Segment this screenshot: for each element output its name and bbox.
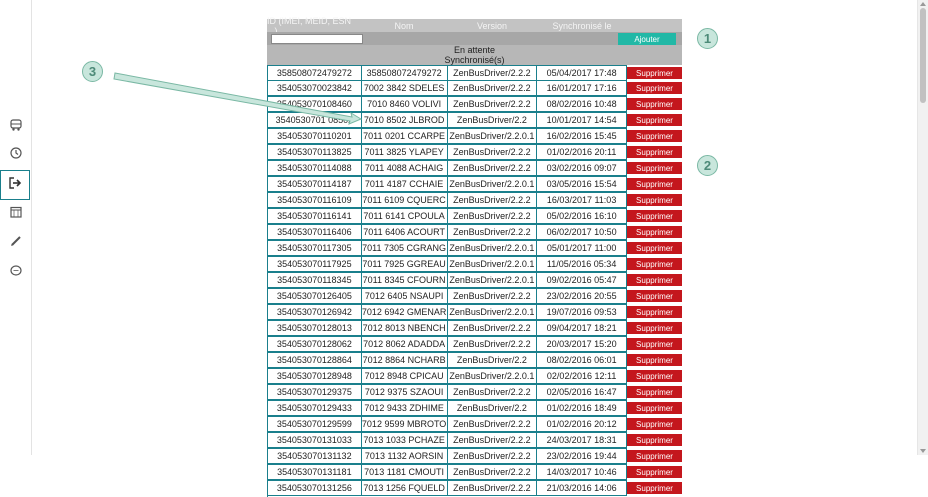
table-row: 354053070131181 7013 1181 CMOUTI ZenBusDri…: [268, 464, 682, 481]
table-row: 354053070131256 7013 1256 FQUELD ZenBusDri…: [268, 480, 682, 497]
cell-sync: 14/03/2017 10:46: [537, 464, 627, 480]
scroll-thumb[interactable]: [920, 8, 926, 103]
cell-id: 354053070131181: [268, 464, 362, 480]
annotation-arrow: [113, 72, 363, 125]
arrow-shape: [113, 72, 363, 125]
cell-id: 354053070131256: [268, 480, 362, 496]
delete-button[interactable]: Supprimer: [627, 482, 682, 494]
cell-actions: Supprimer: [627, 480, 682, 496]
cell-nom: 7013 1256 FQUELD: [361, 480, 448, 496]
cell-version: ZenBusDriver/2.2.2: [447, 480, 538, 496]
page-scrollbar[interactable]: [917, 0, 928, 455]
cell-version: ZenBusDriver/2.2.2: [447, 464, 538, 480]
scroll-up-arrow-icon[interactable]: [920, 2, 926, 6]
cell-sync: 21/03/2016 14:06: [537, 480, 627, 496]
scroll-down-arrow-icon[interactable]: [920, 449, 926, 453]
cell-nom: 7013 1181 CMOUTI: [361, 464, 448, 480]
delete-button[interactable]: Supprimer: [627, 466, 682, 478]
cell-actions: Supprimer: [627, 464, 682, 480]
